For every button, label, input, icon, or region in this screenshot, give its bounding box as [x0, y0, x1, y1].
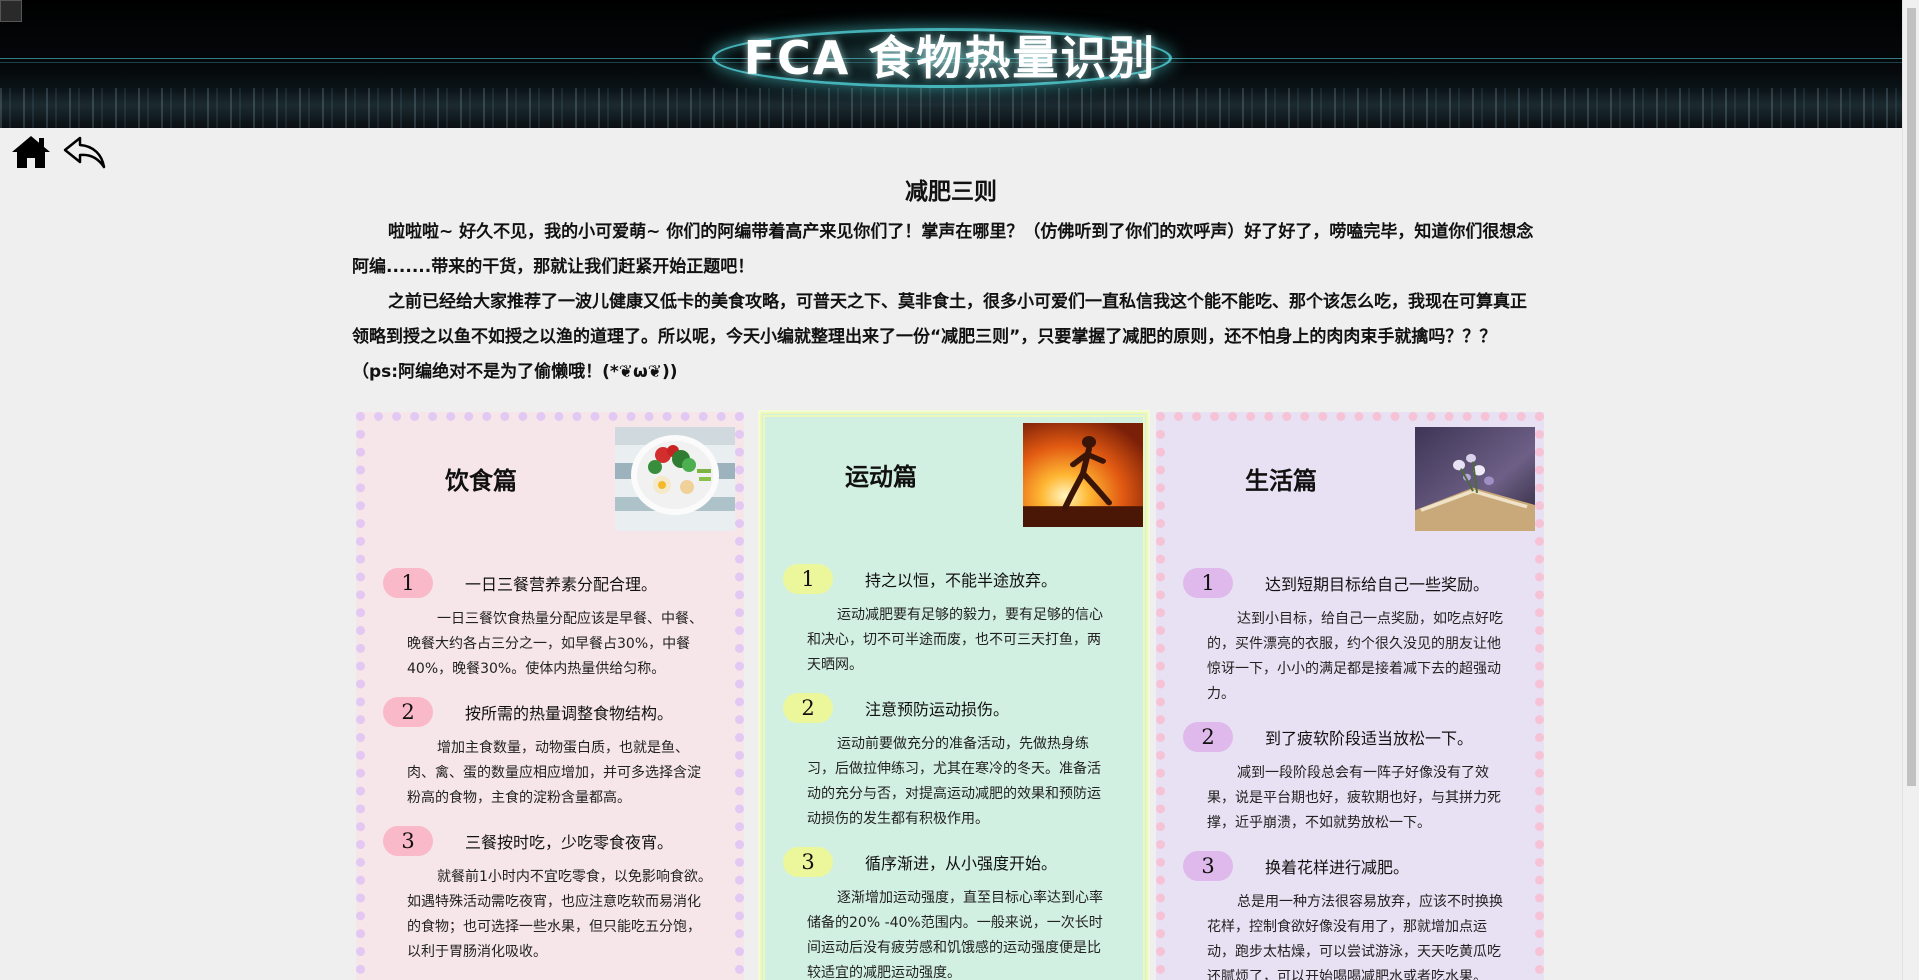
item-header: 1 一日三餐营养素分配合理。	[383, 567, 723, 599]
column-title: 运动篇	[845, 463, 917, 491]
item-number-badge: 2	[1183, 722, 1233, 752]
list-item: 2 按所需的热量调整食物结构。 增加主食数量，动物蛋白质，也就是鱼、肉、禽、蛋的…	[383, 696, 723, 811]
item-heading: 三餐按时吃，少吃零食夜宵。	[465, 833, 674, 852]
item-heading: 到了疲软阶段适当放松一下。	[1265, 729, 1474, 748]
item-header: 3 循序渐进，从小强度开始。	[783, 846, 1123, 878]
header-banner: FCA 食物热量识别	[0, 0, 1902, 128]
list-item: 3 循序渐进，从小强度开始。 逐渐增加运动强度，直至目标心率达到心率储备的20%…	[783, 846, 1123, 980]
item-heading: 达到短期目标给自己一些奖励。	[1265, 575, 1490, 594]
corner-mark	[0, 0, 22, 22]
article-title: 减肥三则	[905, 179, 997, 205]
item-body: 达到小目标，给自己一点奖励，如吃点好吃的，买件漂亮的衣服，约个很久没见的朋友让他…	[1207, 611, 1503, 702]
list-item: 1 达到短期目标给自己一些奖励。 达到小目标，给自己一点奖励，如吃点好吃的，买件…	[1183, 567, 1523, 707]
item-body: 增加主食数量，动物蛋白质，也就是鱼、肉、禽、蛋的数量应相应增加，并可多选择含淀粉…	[407, 740, 701, 806]
diet-column: 饮食篇 1 一日三餐营养素分配合理。 一日三餐饮食热量分配应该是早餐、中餐、晚餐…	[356, 412, 744, 980]
item-number-badge: 3	[1183, 851, 1233, 881]
tips-list: 1 持之以恒，不能半途放弃。 运动减肥要有足够的毅力，要有足够的信心和决心，切不…	[783, 563, 1123, 980]
item-heading: 循序渐进，从小强度开始。	[865, 854, 1058, 873]
item-heading: 注意预防运动损伤。	[865, 700, 1010, 719]
running-woman-image	[1023, 423, 1143, 527]
article-intro: 啦啦啦~ 好久不见，我的小可爱萌~ 你们的阿编带着高产来见你们了！掌声在哪里？（…	[352, 215, 1542, 390]
item-body: 运动前要做充分的准备活动，先做热身练习，后做拉伸练习，尤其在寒冷的冬天。准备活动…	[807, 736, 1101, 827]
item-header: 2 按所需的热量调整食物结构。	[383, 696, 723, 728]
item-number-badge: 1	[383, 568, 433, 598]
list-item: 2 注意预防运动损伤。 运动前要做充分的准备活动，先做热身练习，后做拉伸练习，尤…	[783, 692, 1123, 832]
item-header: 3 换着花样进行减肥。	[1183, 850, 1523, 882]
item-number-badge: 2	[383, 697, 433, 727]
item-heading: 一日三餐营养素分配合理。	[465, 575, 658, 594]
item-header: 1 达到短期目标给自己一些奖励。	[1183, 567, 1523, 599]
back-arrow-icon[interactable]	[62, 134, 108, 174]
intro-paragraph: 之前已经给大家推荐了一波儿健康又低卡的美食攻略，可普天之下、莫非食土，很多小可爱…	[352, 292, 1527, 382]
item-header: 3 三餐按时吃，少吃零食夜宵。	[383, 825, 723, 857]
tips-list: 1 一日三餐营养素分配合理。 一日三餐饮食热量分配应该是早餐、中餐、晚餐大约各占…	[383, 567, 723, 979]
salad-plate-image	[615, 427, 735, 531]
item-body: 一日三餐饮食热量分配应该是早餐、中餐、晚餐大约各占三分之一，如早餐占30%，中餐…	[407, 611, 703, 677]
item-heading: 换着花样进行减肥。	[1265, 858, 1410, 877]
banner-streaks	[0, 88, 1902, 128]
intro-paragraph: 啦啦啦~ 好久不见，我的小可爱萌~ 你们的阿编带着高产来见你们了！掌声在哪里？（…	[352, 222, 1534, 277]
column-title: 饮食篇	[445, 467, 517, 495]
item-header: 2 注意预防运动损伤。	[783, 692, 1123, 724]
item-header: 1 持之以恒，不能半途放弃。	[783, 563, 1123, 595]
column-header: 饮食篇	[365, 421, 735, 551]
item-body: 逐渐增加运动强度，直至目标心率达到心率储备的20% -40%范围内。一般来说，一…	[807, 890, 1103, 980]
list-item: 3 换着花样进行减肥。 总是用一种方法很容易放弃，应该不时换换花样，控制食欲好像…	[1183, 850, 1523, 980]
item-heading: 按所需的热量调整食物结构。	[465, 704, 674, 723]
list-item: 1 持之以恒，不能半途放弃。 运动减肥要有足够的毅力，要有足够的信心和决心，切不…	[783, 563, 1123, 678]
lifestyle-column: 生活篇 1 达到短期目标给自己一些奖励。 达到小目标，给自己一点奖励，如吃点好吃…	[1156, 412, 1544, 980]
list-item: 1 一日三餐营养素分配合理。 一日三餐饮食热量分配应该是早餐、中餐、晚餐大约各占…	[383, 567, 723, 682]
list-item: 3 三餐按时吃，少吃零食夜宵。 就餐前1小时内不宜吃零食，以免影响食欲。如遇特殊…	[383, 825, 723, 965]
tips-list: 1 达到短期目标给自己一些奖励。 达到小目标，给自己一点奖励，如吃点好吃的，买件…	[1183, 567, 1523, 980]
item-body: 总是用一种方法很容易放弃，应该不时换换花样，控制食欲好像没有用了，那就增加点运动…	[1207, 894, 1503, 980]
item-heading: 持之以恒，不能半途放弃。	[865, 571, 1058, 590]
column-title: 生活篇	[1245, 467, 1317, 495]
item-body: 减到一段阶段总会有一阵子好像没有了效果，说是平台期也好，疲软期也好，与其拼力死撑…	[1207, 765, 1501, 831]
scrollbar-thumb[interactable]	[1907, 8, 1916, 786]
list-item: 2 到了疲软阶段适当放松一下。 减到一段阶段总会有一阵子好像没有了效果，说是平台…	[1183, 721, 1523, 836]
item-header: 2 到了疲软阶段适当放松一下。	[1183, 721, 1523, 753]
column-header: 生活篇	[1165, 421, 1535, 551]
book-and-flowers-image	[1415, 427, 1535, 531]
item-number-badge: 1	[783, 564, 833, 594]
column-header: 运动篇	[765, 417, 1143, 547]
item-number-badge: 2	[783, 693, 833, 723]
vertical-scrollbar[interactable]	[1902, 0, 1919, 980]
item-body: 就餐前1小时内不宜吃零食，以免影响食欲。如遇特殊活动需吃夜宵，也应注意吃软而易消…	[407, 869, 712, 960]
home-icon[interactable]	[10, 134, 52, 174]
item-number-badge: 1	[1183, 568, 1233, 598]
exercise-column: 运动篇 1 持之以恒，不能半途放弃。 运动减肥要有足够的毅力，要有足够的信心和决…	[758, 410, 1150, 980]
item-number-badge: 3	[383, 826, 433, 856]
item-body: 运动减肥要有足够的毅力，要有足够的信心和决心，切不可半途而废，也不可三天打鱼，两…	[807, 607, 1103, 673]
site-title: FCA 食物热量识别	[743, 31, 1157, 85]
item-number-badge: 3	[783, 847, 833, 877]
